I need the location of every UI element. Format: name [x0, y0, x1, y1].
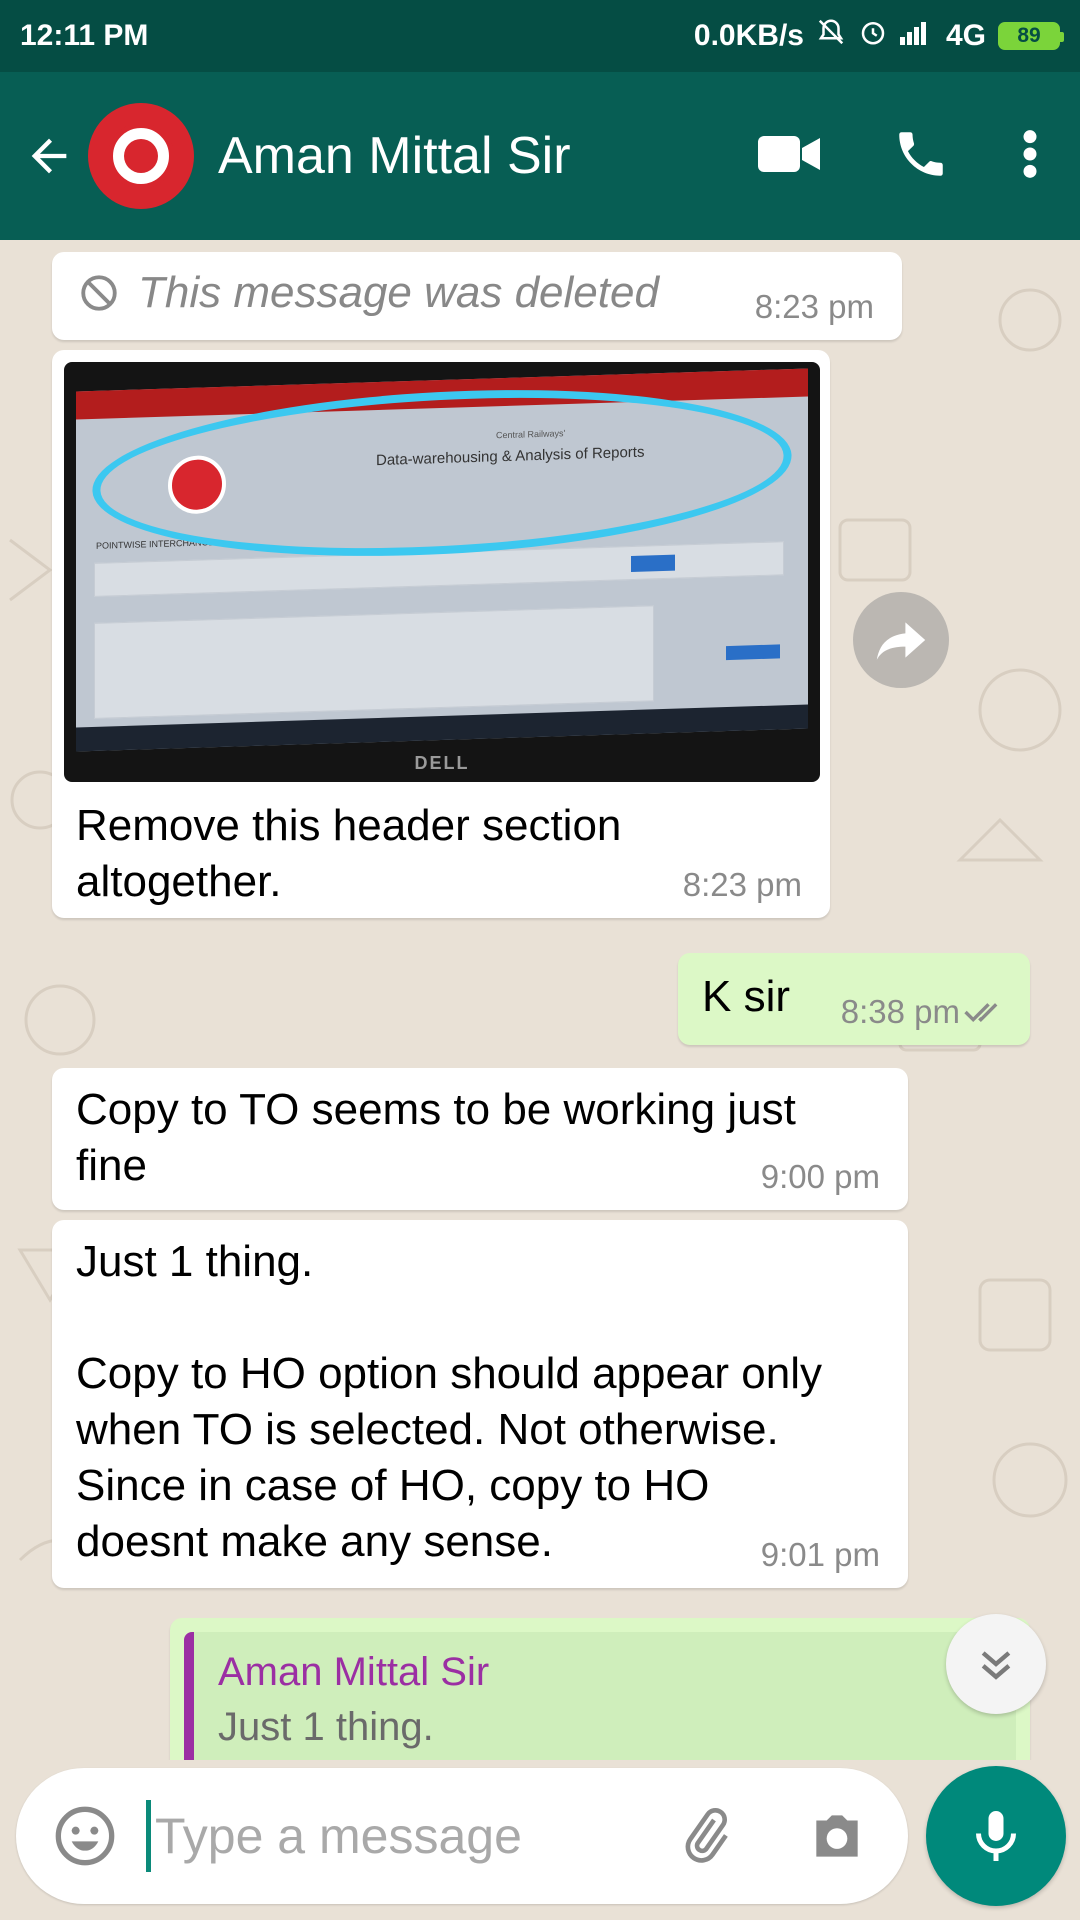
- net-speed: 0.0KB/s: [693, 19, 804, 52]
- microphone-icon: [976, 1811, 1016, 1861]
- message-time: 8:38 pm: [840, 993, 960, 1030]
- network-type: 4G: [945, 19, 986, 52]
- forward-icon: [876, 622, 926, 660]
- more-options-icon: [1023, 129, 1037, 178]
- message-time: 8:23 pm: [754, 288, 874, 325]
- photo-form-panel: [94, 605, 654, 719]
- status-indicators: 0.0KB/s 4G 89: [693, 17, 1064, 55]
- status-bar: 12:11 PM 0.0KB/s 4G 89: [0, 0, 1080, 72]
- incoming-message-bubble[interactable]: Just 1 thing. Copy to HO option should a…: [52, 1220, 908, 1588]
- message-photo[interactable]: Central Railways' Data-warehousing & Ana…: [64, 362, 820, 782]
- mute-icon: [816, 17, 846, 55]
- camera-icon: [816, 1815, 858, 1857]
- deleted-message-bubble[interactable]: This message was deleted 8:23 pm: [52, 252, 902, 340]
- video-call-icon: [758, 135, 820, 172]
- contact-name[interactable]: Aman Mittal Sir: [218, 126, 758, 186]
- alarm-icon: [858, 17, 888, 55]
- monitor-brand: DELL: [414, 753, 470, 773]
- chat-header: Aman Mittal Sir: [0, 72, 1080, 240]
- message-time: 8:23 pm: [682, 866, 802, 903]
- message-composer: [16, 1768, 908, 1904]
- status-time: 12:11 PM: [20, 19, 149, 52]
- battery-indicator: 89: [998, 22, 1064, 50]
- voice-message-button[interactable]: [926, 1766, 1066, 1906]
- camera-button[interactable]: [797, 1805, 877, 1867]
- voice-call-icon: [899, 131, 943, 176]
- back-arrow-icon: [31, 138, 67, 174]
- chat-area[interactable]: This message was deleted 8:23 pm Central…: [0, 240, 1080, 1760]
- quote-author: Aman Mittal Sir: [218, 1650, 490, 1694]
- incoming-message-bubble[interactable]: Copy to TO seems to be working just fine…: [52, 1068, 908, 1210]
- outgoing-reply-bubble[interactable]: Aman Mittal Sir Just 1 thing.: [170, 1618, 1030, 1760]
- photo-upload-button: [726, 644, 780, 661]
- scroll-to-bottom-button[interactable]: [946, 1614, 1046, 1714]
- deleted-message: This message was deleted: [78, 268, 659, 318]
- emoji-button[interactable]: [30, 1804, 140, 1868]
- quoted-message[interactable]: Aman Mittal Sir Just 1 thing.: [184, 1632, 1016, 1760]
- forward-button[interactable]: [853, 592, 949, 688]
- quote-text: Just 1 thing.: [218, 1705, 434, 1749]
- paperclip-icon: [685, 1808, 728, 1863]
- more-options-button[interactable]: [1020, 128, 1040, 185]
- header-actions: [758, 125, 1040, 188]
- blocked-icon: [81, 275, 117, 311]
- message-input[interactable]: [155, 1807, 635, 1865]
- message-text: Just 1 thing. Copy to HO option should a…: [76, 1237, 823, 1566]
- double-chevron-down-icon: [981, 1651, 1011, 1680]
- message-text: K sir: [702, 972, 790, 1021]
- photo-enter-button: [631, 554, 675, 573]
- video-call-button[interactable]: [758, 131, 822, 182]
- back-button[interactable]: [6, 130, 92, 182]
- image-caption: Remove this header section altogether.: [76, 801, 622, 906]
- message-time: 9:01 pm: [760, 1536, 880, 1573]
- deleted-message-text: This message was deleted: [138, 268, 659, 317]
- double-check-icon: [964, 1003, 998, 1023]
- text-cursor: [146, 1800, 151, 1872]
- avatar[interactable]: [88, 103, 194, 209]
- emoji-icon: [55, 1806, 115, 1866]
- message-time: 9:00 pm: [760, 1158, 880, 1195]
- voice-call-button[interactable]: [892, 125, 950, 188]
- signal-icon: [899, 19, 934, 53]
- image-message-bubble[interactable]: Central Railways' Data-warehousing & Ana…: [52, 350, 830, 918]
- outgoing-message-bubble[interactable]: K sir 8:38 pm: [678, 953, 1030, 1045]
- attach-button[interactable]: [665, 1805, 745, 1867]
- avatar-logo: [108, 123, 174, 189]
